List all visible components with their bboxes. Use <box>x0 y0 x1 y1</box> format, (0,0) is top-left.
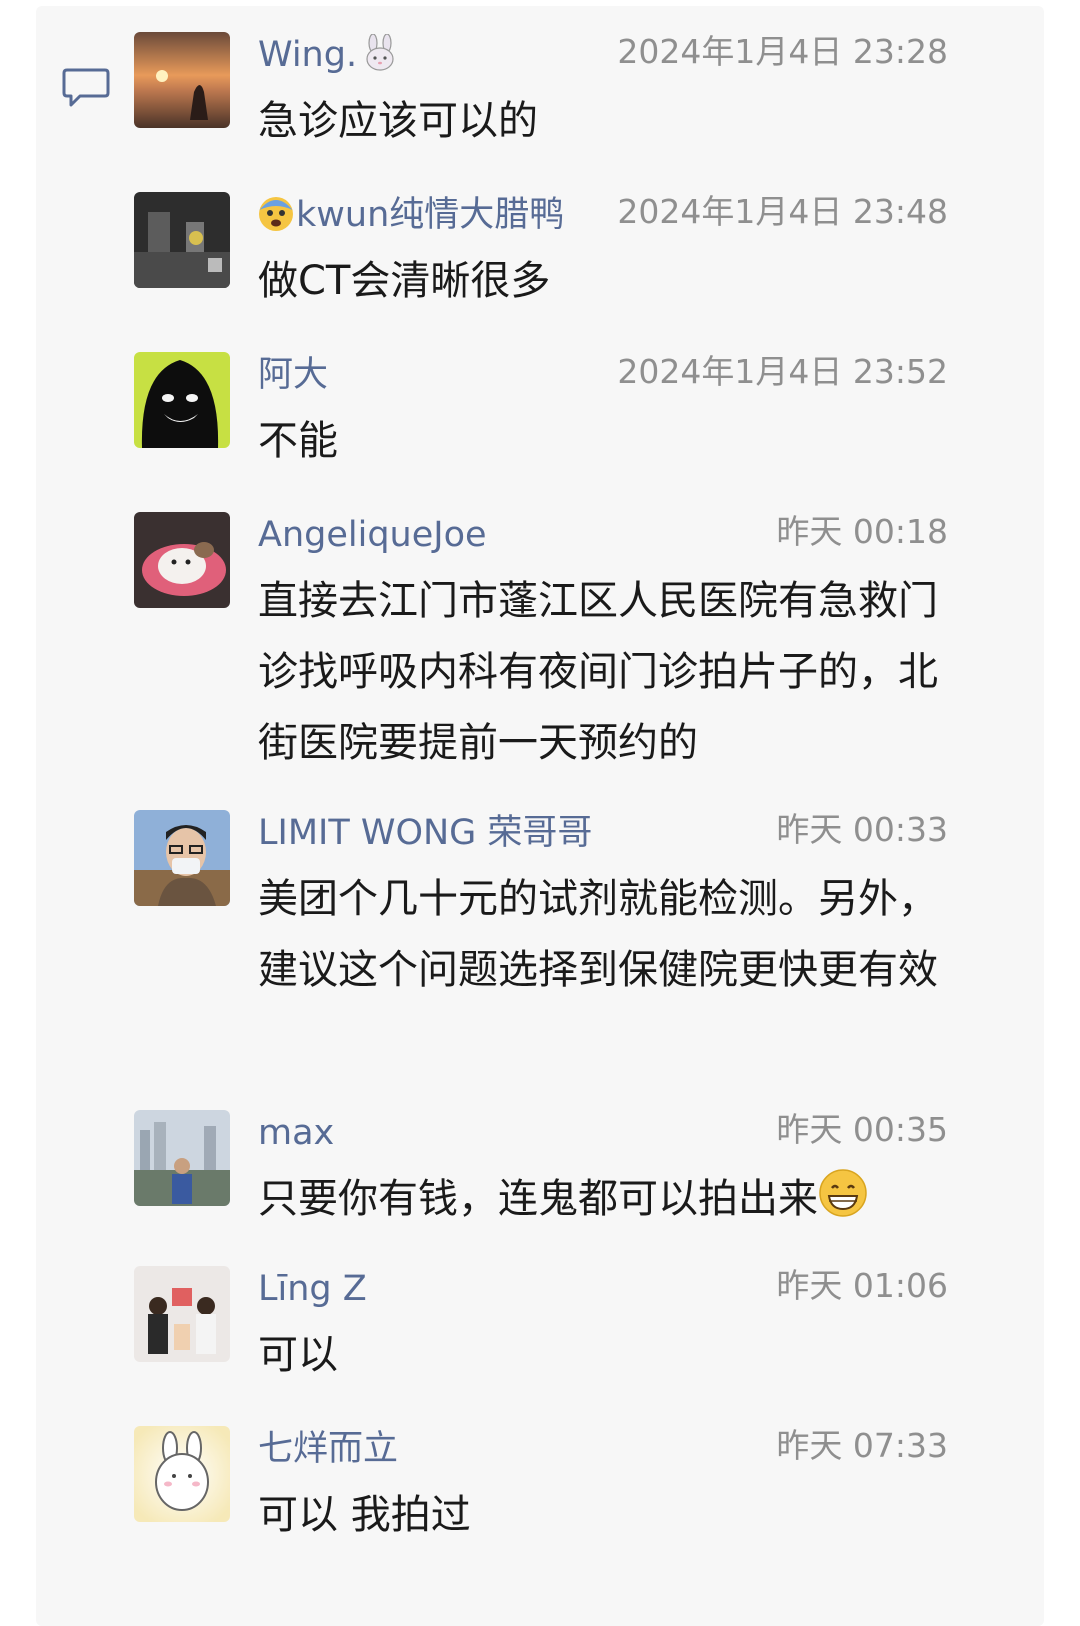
comment-text: 不能 <box>258 418 338 464</box>
comment-item: 七烊而立 昨天 07:33 可以 我拍过 <box>134 1426 994 1546</box>
comment-text: 做CT会清晰很多 <box>258 258 551 304</box>
avatar[interactable] <box>134 1266 230 1362</box>
comment-bubble-icon[interactable] <box>62 66 110 110</box>
commenter-name[interactable]: LIMIT WONG 荣哥哥 <box>258 813 592 853</box>
avatar[interactable] <box>134 352 230 448</box>
comment-item: 阿大 2024年1月4日 23:52 不能 <box>134 352 994 512</box>
avatar[interactable] <box>134 1426 230 1522</box>
commenter-name[interactable]: max <box>258 1113 334 1153</box>
commenter-name[interactable]: AngeliqueJoe <box>258 515 487 555</box>
avatar[interactable] <box>134 32 230 128</box>
commenter-name[interactable]: Wing. <box>258 33 399 75</box>
comment-item: kwun纯情大腊鸭 2024年1月4日 23:48 做CT会清晰很多 <box>134 192 994 352</box>
comment-time: 昨天 00:33 <box>776 810 948 849</box>
comment-text: 美团个几十元的试剂就能检测。另外，建议这个问题选择到保健院更快更有效 <box>258 876 938 993</box>
avatar[interactable] <box>134 512 230 608</box>
avatar[interactable] <box>134 192 230 288</box>
comment-item: AngeliqueJoe 昨天 00:18 直接去江门市蓬江区人民医院有急救门诊… <box>134 512 994 810</box>
avatar[interactable] <box>134 1110 230 1206</box>
comment-text: 急诊应该可以的 <box>258 98 538 144</box>
grinning-emoji-icon <box>819 1169 867 1217</box>
commenter-name[interactable]: 七烊而立 <box>258 1429 398 1469</box>
comment-item: max 昨天 00:35 只要你有钱，连鬼都可以拍出来 <box>134 1110 994 1266</box>
comment-time: 2024年1月4日 23:28 <box>617 32 948 71</box>
commenter-name[interactable]: kwun纯情大腊鸭 <box>258 195 564 235</box>
comment-text: 只要你有钱，连鬼都可以拍出来 <box>258 1164 958 1235</box>
comment-item: LIMIT WONG 荣哥哥 昨天 00:33 美团个几十元的试剂就能检测。另外… <box>134 810 994 1110</box>
comment-time: 昨天 01:06 <box>776 1266 948 1305</box>
comment-time: 昨天 00:35 <box>776 1110 948 1149</box>
commenter-name[interactable]: Līng Z <box>258 1269 367 1309</box>
comment-text: 直接去江门市蓬江区人民医院有急救门诊找呼吸内科有夜间门诊拍片子的，北街医院要提前… <box>258 578 938 766</box>
comment-time: 2024年1月4日 23:48 <box>617 192 948 231</box>
comment-time: 昨天 07:33 <box>776 1426 948 1465</box>
comment-item: Wing. 2024年1月4日 23:28 急诊应该可以的 <box>134 32 994 192</box>
avatar[interactable] <box>134 810 230 906</box>
comment-item: Līng Z 昨天 01:06 可以 <box>134 1266 994 1426</box>
commenter-name[interactable]: 阿大 <box>258 355 328 395</box>
bunny-emoji-icon <box>366 33 394 71</box>
comment-text: 可以 我拍过 <box>258 1492 471 1538</box>
comment-text: 可以 <box>258 1332 338 1378</box>
fearful-face-emoji-icon <box>259 197 293 231</box>
comment-time: 昨天 00:18 <box>776 512 948 551</box>
comment-time: 2024年1月4日 23:52 <box>617 352 948 391</box>
comment-list: Wing. 2024年1月4日 23:28 急诊应该可以的 kwun纯情大腊鸭 … <box>134 32 994 1546</box>
